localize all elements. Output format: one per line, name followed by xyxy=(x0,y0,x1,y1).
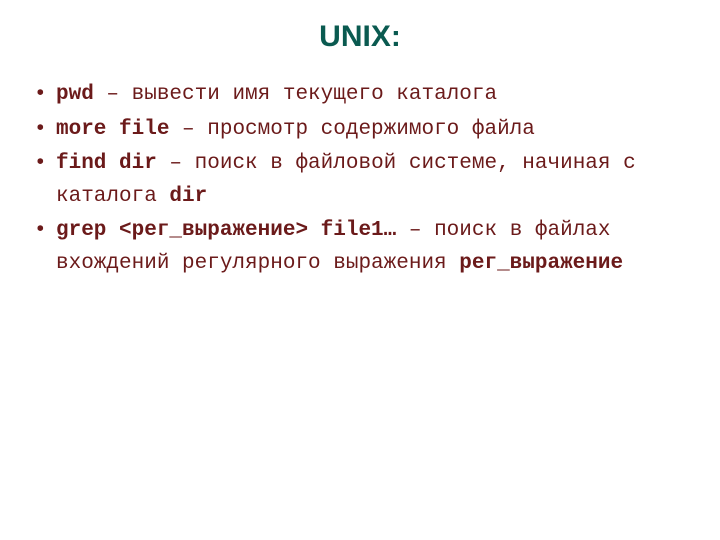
list-item: more file – просмотр содержимого файла xyxy=(30,114,690,147)
command-list: pwd – вывести имя текущего каталога more… xyxy=(30,79,690,280)
page-title: UNIX: xyxy=(30,20,690,54)
list-item: grep <рег_выражение> file1… – поиск в фа… xyxy=(30,215,690,280)
command-name: more file xyxy=(56,118,169,141)
separator: – xyxy=(94,83,132,106)
command-arg: dir xyxy=(169,185,207,208)
separator: – xyxy=(169,118,207,141)
separator: – xyxy=(157,152,195,175)
command-name: pwd xyxy=(56,83,94,106)
command-desc: просмотр содержимого файла xyxy=(207,118,535,141)
separator: – xyxy=(396,219,434,242)
command-desc: вывести имя текущего каталога xyxy=(132,83,497,106)
command-arg: рег_выражение xyxy=(459,252,623,275)
command-name: grep <рег_выражение> file1… xyxy=(56,219,396,242)
list-item: pwd – вывести имя текущего каталога xyxy=(30,79,690,112)
command-name: find dir xyxy=(56,152,157,175)
list-item: find dir – поиск в файловой системе, нач… xyxy=(30,148,690,213)
